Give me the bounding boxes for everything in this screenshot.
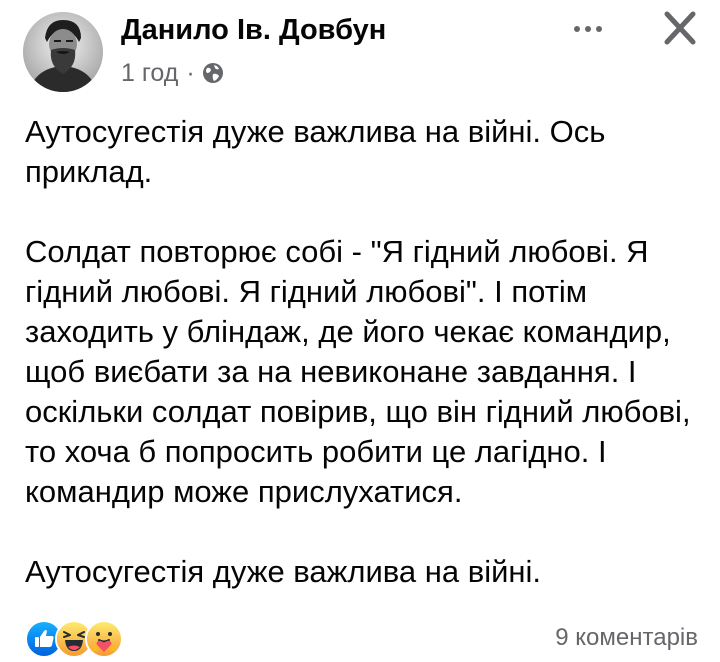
more-horizontal-icon[interactable]: [568, 14, 608, 44]
post-timestamp[interactable]: 1 год: [121, 59, 178, 88]
avatar[interactable]: [23, 12, 103, 92]
author-name[interactable]: Данило Ів. Довбун: [121, 12, 386, 48]
comments-count-link[interactable]: 9 коментарів: [555, 622, 698, 654]
globe-icon: [201, 61, 225, 85]
care-icon: [85, 620, 123, 658]
post-meta: 1 год ·: [121, 58, 225, 88]
reactions-summary[interactable]: [25, 620, 123, 658]
post-footer: 9 коментарів: [0, 618, 720, 658]
meta-separator: ·: [186, 58, 195, 87]
close-icon[interactable]: [660, 10, 700, 46]
post-header: Данило Ів. Довбун 1 год ·: [0, 0, 720, 100]
post-paragraph: Аутосугестія дуже важлива на війні. Ось …: [25, 114, 606, 189]
post-paragraph: Солдат повторює собі - "Я гідний любові.…: [25, 234, 691, 509]
post-paragraph: Аутосугестія дуже важлива на війні.: [25, 554, 542, 589]
post-text: Аутосугестія дуже важлива на війні. Ось …: [25, 112, 705, 592]
